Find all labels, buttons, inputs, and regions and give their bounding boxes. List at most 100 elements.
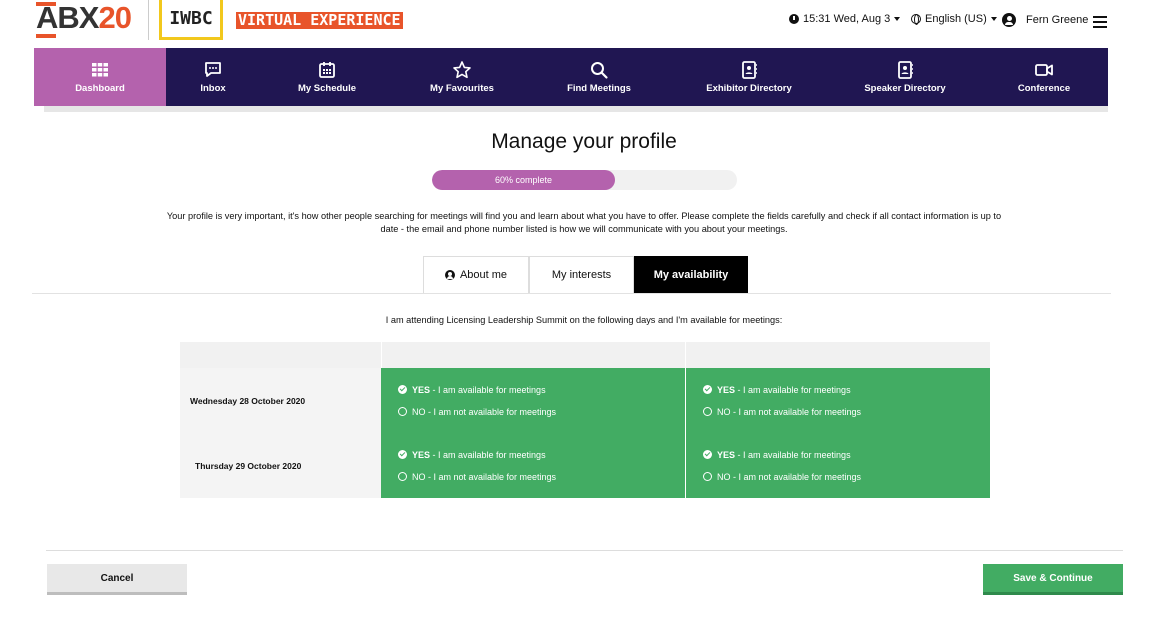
directory-icon bbox=[742, 61, 757, 79]
yes-option[interactable]: YES - I am available for meetings bbox=[703, 385, 990, 395]
nav-my-schedule[interactable]: My Schedule bbox=[260, 48, 394, 106]
radio-empty-icon bbox=[398, 472, 407, 481]
radio-empty-icon bbox=[703, 407, 712, 416]
logo-letters: BX bbox=[57, 0, 99, 35]
abx20-logo[interactable]: ABX20 bbox=[36, 0, 132, 42]
yes-text: - I am available for meetings bbox=[735, 449, 851, 460]
availability-cell: YES - I am available for meetings NO - I… bbox=[686, 368, 990, 433]
availability-intro: I am attending Licensing Leadership Summ… bbox=[385, 315, 783, 325]
nav-label: My Favourites bbox=[430, 83, 494, 94]
radio-empty-icon bbox=[398, 407, 407, 416]
yes-text: - I am available for meetings bbox=[430, 384, 546, 395]
datetime-selector[interactable]: 15:31 Wed, Aug 3 bbox=[789, 13, 901, 25]
cancel-button[interactable]: Cancel bbox=[47, 564, 187, 595]
globe-icon bbox=[911, 14, 921, 25]
star-icon bbox=[453, 61, 471, 79]
check-circle-icon bbox=[398, 450, 407, 459]
nav-conference[interactable]: Conference bbox=[980, 48, 1108, 106]
language-text: English (US) bbox=[925, 13, 987, 25]
no-option[interactable]: NO - I am not available for meetings bbox=[398, 407, 685, 417]
tab-label: My availability bbox=[653, 269, 729, 281]
yes-text: - I am available for meetings bbox=[430, 449, 546, 460]
progress-label: 60% complete bbox=[494, 175, 553, 185]
check-circle-icon bbox=[398, 385, 407, 394]
no-option[interactable]: NO - I am not available for meetings bbox=[703, 472, 990, 482]
check-circle-icon bbox=[703, 385, 712, 394]
check-circle-icon bbox=[703, 450, 712, 459]
nav-label: Dashboard bbox=[75, 83, 125, 94]
radio-empty-icon bbox=[703, 472, 712, 481]
nav-label: Inbox bbox=[200, 83, 226, 94]
profile-progress-bar: 60% complete bbox=[432, 170, 737, 190]
language-selector[interactable]: English (US) bbox=[911, 13, 997, 25]
table-row: Thursday 29 October 2020 YES - I am avai… bbox=[180, 433, 990, 498]
video-icon bbox=[1035, 64, 1053, 76]
no-option[interactable]: NO - I am not available for meetings bbox=[398, 472, 685, 482]
nav-label: Conference bbox=[1017, 83, 1071, 94]
nav-inbox[interactable]: Inbox bbox=[166, 48, 260, 106]
yes-option[interactable]: YES - I am available for meetings bbox=[703, 450, 990, 460]
nav-speaker-directory[interactable]: Speaker Directory bbox=[830, 48, 980, 106]
no-option[interactable]: NO - I am not available for meetings bbox=[703, 407, 990, 417]
nav-my-favourites[interactable]: My Favourites bbox=[394, 48, 530, 106]
user-name: Fern Greene bbox=[1026, 14, 1089, 26]
profile-tabs: About me My interests My availability bbox=[423, 256, 748, 293]
header-cell bbox=[180, 342, 381, 368]
hamburger-menu-icon[interactable] bbox=[1093, 16, 1107, 28]
progress-fill: 60% complete bbox=[432, 170, 615, 190]
iwbc-logo[interactable]: IWBC bbox=[159, 0, 223, 40]
yes-text: - I am available for meetings bbox=[735, 384, 851, 395]
page-title: Manage your profile bbox=[491, 130, 677, 153]
yes-option[interactable]: YES - I am available for meetings bbox=[398, 385, 685, 395]
clock-icon bbox=[789, 14, 799, 24]
chevron-down-icon bbox=[990, 17, 997, 21]
tabs-divider bbox=[32, 293, 1111, 294]
table-row: Wednesday 28 October 2020 YES - I am ava… bbox=[180, 368, 990, 433]
day-label: Wednesday 28 October 2020 bbox=[180, 368, 381, 433]
user-icon bbox=[1002, 13, 1016, 27]
tab-label: My interests bbox=[551, 269, 612, 281]
calendar-icon bbox=[319, 62, 335, 78]
nav-label: Speaker Directory bbox=[864, 83, 946, 94]
nav-label: My Schedule bbox=[297, 83, 357, 94]
nav-find-meetings[interactable]: Find Meetings bbox=[530, 48, 668, 106]
availability-cell: YES - I am available for meetings NO - I… bbox=[686, 433, 990, 498]
availability-cell: YES - I am available for meetings NO - I… bbox=[381, 368, 685, 433]
no-text: NO - I am not available for meetings bbox=[717, 406, 862, 417]
user-menu[interactable]: Fern Greene bbox=[1002, 13, 1088, 27]
logo-divider bbox=[148, 0, 149, 40]
yes-option[interactable]: YES - I am available for meetings bbox=[398, 450, 685, 460]
directory-icon bbox=[898, 61, 913, 79]
user-icon bbox=[444, 270, 455, 280]
table-header bbox=[180, 342, 990, 368]
yes-label: YES bbox=[717, 384, 736, 395]
no-text: NO - I am not available for meetings bbox=[412, 406, 557, 417]
main-nav: Dashboard Inbox My Schedule My Favourite… bbox=[34, 48, 1108, 106]
nav-dashboard[interactable]: Dashboard bbox=[34, 48, 166, 106]
nav-shadow bbox=[44, 106, 1108, 112]
nav-label: Exhibitor Directory bbox=[706, 83, 792, 94]
yes-label: YES bbox=[717, 449, 736, 460]
save-continue-button[interactable]: Save & Continue bbox=[983, 564, 1123, 595]
tab-label: About me bbox=[459, 269, 508, 281]
search-icon bbox=[591, 62, 608, 79]
top-bar: ABX20 IWBC VIRTUAL EXPERIENCE 15:31 Wed,… bbox=[0, 0, 1168, 46]
logo-number: 20 bbox=[98, 0, 131, 35]
header-cell bbox=[686, 342, 990, 368]
tab-my-availability[interactable]: My availability bbox=[634, 256, 748, 293]
no-text: NO - I am not available for meetings bbox=[717, 471, 862, 482]
logo-letter-a: A bbox=[36, 0, 58, 38]
virtual-experience-tagline: VIRTUAL EXPERIENCE bbox=[236, 11, 403, 29]
yes-label: YES bbox=[412, 449, 431, 460]
tab-my-interests[interactable]: My interests bbox=[529, 256, 634, 293]
chat-icon bbox=[205, 62, 221, 77]
nav-label: Find Meetings bbox=[567, 83, 631, 94]
nav-exhibitor-directory[interactable]: Exhibitor Directory bbox=[668, 48, 830, 106]
yes-label: YES bbox=[412, 384, 431, 395]
tab-about-me[interactable]: About me bbox=[423, 256, 529, 293]
grid-icon bbox=[92, 63, 108, 77]
datetime-text: 15:31 Wed, Aug 3 bbox=[803, 13, 891, 25]
footer-divider bbox=[46, 550, 1123, 551]
availability-cell: YES - I am available for meetings NO - I… bbox=[381, 433, 685, 498]
day-label: Thursday 29 October 2020 bbox=[180, 433, 381, 498]
